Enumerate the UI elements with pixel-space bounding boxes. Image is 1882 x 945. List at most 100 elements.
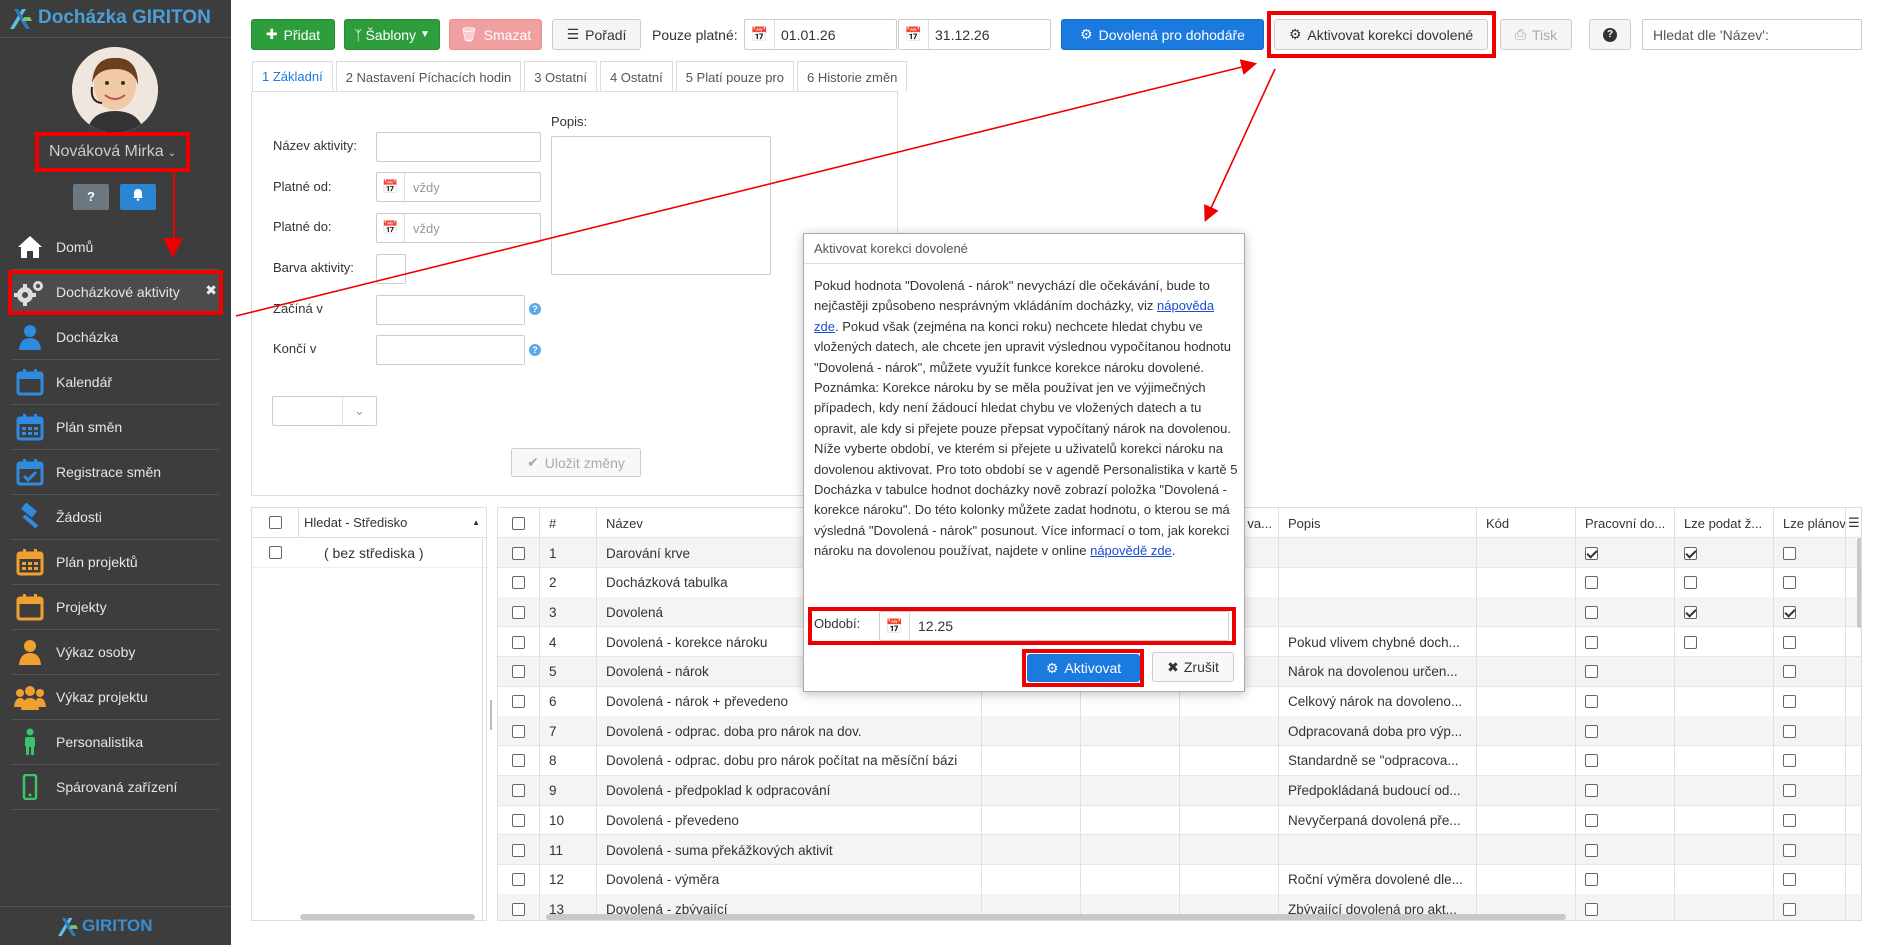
- sidebar-item-project-report[interactable]: Výkaz projektu: [12, 675, 219, 720]
- help-button[interactable]: ?: [1589, 19, 1631, 50]
- header-plan[interactable]: Lze plánov: [1774, 508, 1846, 538]
- dropdown-select[interactable]: ⌄: [272, 396, 377, 426]
- flag-checkbox[interactable]: [1585, 813, 1598, 827]
- row-checkbox[interactable]: [512, 695, 525, 708]
- flag-checkbox[interactable]: [1783, 724, 1796, 738]
- table-row[interactable]: 9 Dovolená - předpoklad k odpracování Před…: [498, 775, 1861, 806]
- date-to-input[interactable]: 📅 31.12.26: [898, 19, 1051, 50]
- horizontal-scrollbar[interactable]: [300, 914, 475, 920]
- select-all-checkbox[interactable]: [512, 516, 525, 530]
- vertical-scrollbar[interactable]: [1857, 538, 1861, 628]
- search-input[interactable]: Hledat dle 'Název':: [1642, 19, 1862, 50]
- valid-to-input[interactable]: 📅 vždy: [376, 213, 541, 243]
- flag-checkbox[interactable]: [1783, 873, 1796, 887]
- flag-checkbox[interactable]: [1783, 576, 1796, 590]
- table-row[interactable]: 7 Dovolená - odprac. doba pro nárok na do…: [498, 716, 1861, 747]
- list-item[interactable]: ( bez střediska ): [252, 538, 486, 568]
- row-checkbox[interactable]: [512, 546, 525, 560]
- row-checkbox[interactable]: [512, 724, 525, 738]
- sidebar-item-attendance-activities[interactable]: Docházkové aktivity ✖: [8, 270, 223, 315]
- help-icon[interactable]: ?: [529, 303, 541, 315]
- cancel-button[interactable]: ✖ Zrušit: [1152, 652, 1234, 682]
- flag-checkbox[interactable]: [1783, 665, 1796, 679]
- flag-checkbox[interactable]: [1783, 754, 1796, 768]
- sidebar-item-shift-registration[interactable]: Registrace směn: [12, 450, 219, 495]
- flag-checkbox[interactable]: [1585, 665, 1598, 679]
- table-row[interactable]: 10 Dovolená - převedeno Nevyčerpaná dovole…: [498, 805, 1861, 836]
- flag-checkbox[interactable]: [1684, 605, 1697, 619]
- online-help-link[interactable]: nápovědě zde: [1090, 543, 1172, 558]
- starts-input[interactable]: [376, 295, 525, 325]
- row-checkbox[interactable]: [512, 784, 525, 798]
- user-menu-button[interactable]: Nováková Mirka ⌄: [35, 132, 190, 172]
- sidebar-item-attendance[interactable]: Docházka: [12, 315, 219, 360]
- flag-checkbox[interactable]: [1783, 843, 1796, 857]
- flag-checkbox[interactable]: [1585, 754, 1598, 768]
- ends-input[interactable]: [376, 335, 525, 365]
- splitter[interactable]: [482, 538, 487, 921]
- templates-button[interactable]: ᛉ Šablony ▼: [344, 19, 440, 50]
- sidebar-item-project-plan[interactable]: Plán projektů: [12, 540, 219, 585]
- row-checkbox[interactable]: [512, 902, 525, 916]
- calendar-icon[interactable]: 📅: [899, 20, 929, 49]
- tab-clock-settings[interactable]: 2 Nastavení Píchacích hodin: [335, 61, 522, 92]
- flag-checkbox[interactable]: [1783, 605, 1796, 619]
- sidebar-item-person-report[interactable]: Výkaz osoby: [12, 630, 219, 675]
- print-button[interactable]: ⎙ Tisk: [1500, 19, 1572, 50]
- sort-asc-icon[interactable]: ▲: [472, 518, 486, 527]
- horizontal-scrollbar[interactable]: [546, 914, 1566, 920]
- tab-basic[interactable]: 1 Základní: [252, 61, 333, 92]
- row-checkbox[interactable]: [512, 813, 525, 827]
- select-all-checkbox[interactable]: [268, 516, 282, 529]
- sidebar-item-hr[interactable]: Personalistika: [12, 720, 219, 765]
- close-icon[interactable]: ✖: [205, 282, 217, 299]
- date-from-input[interactable]: 📅 01.01.26: [744, 19, 897, 50]
- row-checkbox[interactable]: [512, 665, 525, 679]
- activate-button[interactable]: ⚙ Aktivovat: [1027, 654, 1140, 682]
- tab-other-4[interactable]: 4 Ostatní: [599, 61, 673, 92]
- flag-checkbox[interactable]: [1684, 576, 1697, 590]
- sidebar-item-calendar[interactable]: Kalendář: [12, 360, 219, 405]
- flag-checkbox[interactable]: [1585, 724, 1598, 738]
- center-search-header[interactable]: Hledat - Středisko: [299, 515, 472, 530]
- header-number[interactable]: #: [540, 508, 597, 538]
- calendar-icon[interactable]: 📅: [377, 214, 405, 242]
- sidebar-item-home[interactable]: Domů: [12, 225, 219, 270]
- help-icon[interactable]: ?: [529, 344, 541, 356]
- calendar-icon[interactable]: 📅: [880, 612, 910, 640]
- tab-history[interactable]: 6 Historie změn: [797, 61, 908, 92]
- flag-checkbox[interactable]: [1585, 576, 1598, 590]
- sidebar-item-requests[interactable]: Žádosti: [12, 495, 219, 540]
- row-checkbox[interactable]: [269, 546, 282, 559]
- row-checkbox[interactable]: [512, 873, 525, 887]
- flag-checkbox[interactable]: [1783, 813, 1796, 827]
- flag-checkbox[interactable]: [1585, 695, 1598, 708]
- sidebar-item-shift-plan[interactable]: Plán směn: [12, 405, 219, 450]
- tab-other-3[interactable]: 3 Ostatní: [524, 61, 597, 92]
- flag-checkbox[interactable]: [1783, 902, 1796, 916]
- flag-checkbox[interactable]: [1684, 546, 1697, 560]
- name-input[interactable]: [376, 132, 541, 162]
- row-checkbox[interactable]: [512, 754, 525, 768]
- flag-checkbox[interactable]: [1585, 546, 1598, 560]
- flag-checkbox[interactable]: [1783, 695, 1796, 708]
- tab-applies-to[interactable]: 5 Platí pouze pro: [675, 61, 794, 92]
- row-checkbox[interactable]: [512, 635, 525, 649]
- header-code[interactable]: Kód: [1477, 508, 1576, 538]
- flag-checkbox[interactable]: [1585, 902, 1598, 916]
- row-checkbox[interactable]: [512, 605, 525, 619]
- row-checkbox[interactable]: [512, 576, 525, 590]
- color-picker[interactable]: [376, 254, 406, 284]
- notifications-button[interactable]: [120, 184, 156, 210]
- splitter-handle[interactable]: [490, 700, 492, 730]
- table-row[interactable]: 11 Dovolená - suma překážkových aktivit: [498, 835, 1861, 865]
- vacation-contractors-button[interactable]: ⚙ Dovolená pro dohodáře: [1061, 19, 1264, 50]
- flag-checkbox[interactable]: [1585, 784, 1598, 798]
- table-row[interactable]: 8 Dovolená - odprac. dobu pro nárok počít…: [498, 745, 1861, 776]
- flag-checkbox[interactable]: [1783, 546, 1796, 560]
- calendar-icon[interactable]: 📅: [377, 173, 405, 201]
- header-request[interactable]: Lze podat ž...: [1675, 508, 1774, 538]
- flag-checkbox[interactable]: [1783, 635, 1796, 649]
- table-row[interactable]: 12 Dovolená - výměra Roční výměra dovolené…: [498, 864, 1861, 895]
- column-menu-icon[interactable]: ☰: [1846, 508, 1861, 538]
